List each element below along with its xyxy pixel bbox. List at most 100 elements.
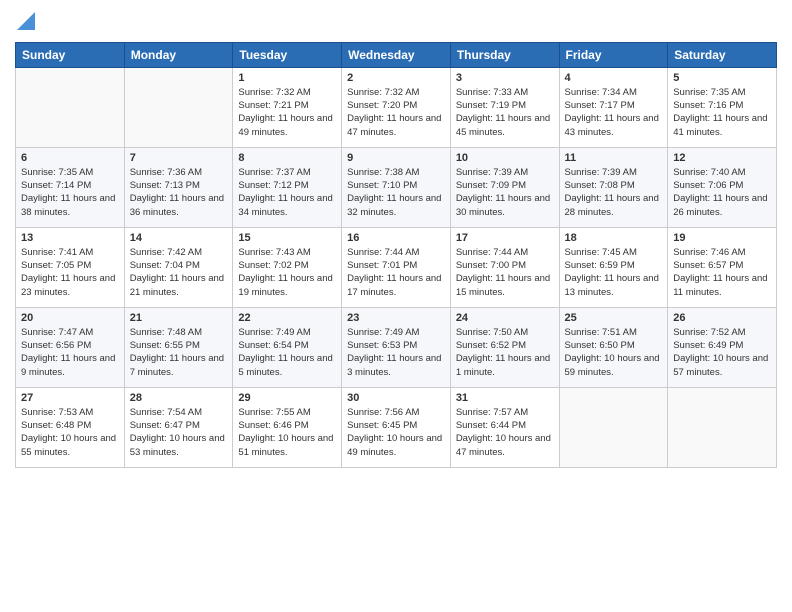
day-number: 18 <box>565 232 663 244</box>
day-info: Sunrise: 7:32 AMSunset: 7:21 PMDaylight:… <box>238 86 336 139</box>
sunrise: Sunrise: 7:35 AM <box>673 87 745 98</box>
sunset: Sunset: 7:08 PM <box>565 180 635 191</box>
sunset: Sunset: 6:55 PM <box>130 340 200 351</box>
day-info: Sunrise: 7:39 AMSunset: 7:09 PMDaylight:… <box>456 166 554 219</box>
day-cell: 4Sunrise: 7:34 AMSunset: 7:17 PMDaylight… <box>559 67 668 147</box>
logo-icon <box>17 10 35 30</box>
day-cell <box>16 67 125 147</box>
daylight: Daylight: 11 hours and 45 minutes. <box>456 113 550 137</box>
day-cell: 24Sunrise: 7:50 AMSunset: 6:52 PMDayligh… <box>450 307 559 387</box>
sunset: Sunset: 7:10 PM <box>347 180 417 191</box>
sunset: Sunset: 6:48 PM <box>21 420 91 431</box>
day-cell: 1Sunrise: 7:32 AMSunset: 7:21 PMDaylight… <box>233 67 342 147</box>
sunrise: Sunrise: 7:50 AM <box>456 327 528 338</box>
day-number: 11 <box>565 152 663 164</box>
sunrise: Sunrise: 7:52 AM <box>673 327 745 338</box>
daylight: Daylight: 10 hours and 57 minutes. <box>673 353 768 377</box>
sunset: Sunset: 6:56 PM <box>21 340 91 351</box>
day-number: 5 <box>673 72 771 84</box>
day-info: Sunrise: 7:44 AMSunset: 7:00 PMDaylight:… <box>456 246 554 299</box>
sunrise: Sunrise: 7:49 AM <box>347 327 419 338</box>
day-cell: 30Sunrise: 7:56 AMSunset: 6:45 PMDayligh… <box>342 387 451 467</box>
daylight: Daylight: 11 hours and 36 minutes. <box>130 193 224 217</box>
sunrise: Sunrise: 7:56 AM <box>347 407 419 418</box>
day-info: Sunrise: 7:46 AMSunset: 6:57 PMDaylight:… <box>673 246 771 299</box>
day-cell: 16Sunrise: 7:44 AMSunset: 7:01 PMDayligh… <box>342 227 451 307</box>
sunrise: Sunrise: 7:49 AM <box>238 327 310 338</box>
day-cell: 27Sunrise: 7:53 AMSunset: 6:48 PMDayligh… <box>16 387 125 467</box>
day-number: 10 <box>456 152 554 164</box>
day-info: Sunrise: 7:55 AM Sunset: 6:46 PM Daylight:… <box>238 406 336 459</box>
day-info: Sunrise: 7:35 AMSunset: 7:14 PMDaylight:… <box>21 166 119 219</box>
day-number: 21 <box>130 312 228 324</box>
sunset: Sunset: 7:16 PM <box>673 100 743 111</box>
sunset: Sunset: 6:46 PM <box>238 420 308 431</box>
sunrise: Sunrise: 7:40 AM <box>673 167 745 178</box>
day-info: Sunrise: 7:47 AMSunset: 6:56 PMDaylight:… <box>21 326 119 379</box>
sunrise: Sunrise: 7:45 AM <box>565 247 637 258</box>
sunset: Sunset: 6:59 PM <box>565 260 635 271</box>
day-cell: 3 Sunrise: 7:33 AMSunset: 7:19 PMDaylight… <box>450 67 559 147</box>
day-cell: 22Sunrise: 7:49 AMSunset: 6:54 PMDayligh… <box>233 307 342 387</box>
day-number: 23 <box>347 312 445 324</box>
weekday-tuesday: Tuesday <box>233 42 342 67</box>
sunrise: Sunrise: 7:42 AM <box>130 247 202 258</box>
daylight: Daylight: 11 hours and 34 minutes. <box>238 193 332 217</box>
day-info: Sunrise: 7:39 AM Sunset: 7:08 PM Daylight:… <box>565 166 663 219</box>
day-info: Sunrise: 7:52 AMSunset: 6:49 PMDaylight:… <box>673 326 771 379</box>
sunrise: Sunrise: 7:37 AM <box>238 167 310 178</box>
daylight: Daylight: 11 hours and 30 minutes. <box>456 193 550 217</box>
day-info: Sunrise: 7:57 AMSunset: 6:44 PMDaylight:… <box>456 406 554 459</box>
sunrise: Sunrise: 7:43 AM <box>238 247 310 258</box>
daylight: Daylight: 11 hours and 28 minutes. <box>565 193 659 217</box>
sunrise: Sunrise: 7:44 AM <box>456 247 528 258</box>
day-cell: 23Sunrise: 7:49 AMSunset: 6:53 PMDayligh… <box>342 307 451 387</box>
day-cell: 5Sunrise: 7:35 AMSunset: 7:16 PMDaylight… <box>668 67 777 147</box>
day-cell: 18 Sunrise: 7:45 AM Sunset: 6:59 PM Dayligh… <box>559 227 668 307</box>
day-cell: 31Sunrise: 7:57 AMSunset: 6:44 PMDayligh… <box>450 387 559 467</box>
sunset: Sunset: 7:00 PM <box>456 260 526 271</box>
day-info: Sunrise: 7:33 AMSunset: 7:19 PMDaylight:… <box>456 86 554 139</box>
day-number: 2 <box>347 72 445 84</box>
logo <box>15 14 35 34</box>
day-cell: 13Sunrise: 7:41 AMSunset: 7:05 PMDayligh… <box>16 227 125 307</box>
day-number: 28 <box>130 392 228 404</box>
daylight: Daylight: 11 hours and 1 minute. <box>456 353 550 377</box>
sunset: Sunset: 7:02 PM <box>238 260 308 271</box>
day-number: 3 <box>456 72 554 84</box>
day-info: Sunrise: 7:49 AMSunset: 6:54 PMDaylight:… <box>238 326 336 379</box>
day-number: 25 <box>565 312 663 324</box>
day-cell: 10 Sunrise: 7:39 AMSunset: 7:09 PMDayligh… <box>450 147 559 227</box>
sunset: Sunset: 7:12 PM <box>238 180 308 191</box>
header <box>15 10 777 34</box>
sunrise: Sunrise: 7:39 AM <box>565 167 637 178</box>
sunset: Sunset: 6:45 PM <box>347 420 417 431</box>
sunrise: Sunrise: 7:41 AM <box>21 247 93 258</box>
day-info: Sunrise: 7:45 AM Sunset: 6:59 PM Daylight:… <box>565 246 663 299</box>
week-row-1: 1Sunrise: 7:32 AMSunset: 7:21 PMDaylight… <box>16 67 777 147</box>
day-info: Sunrise: 7:36 AMSunset: 7:13 PMDaylight:… <box>130 166 228 219</box>
day-info: Sunrise: 7:44 AMSunset: 7:01 PMDaylight:… <box>347 246 445 299</box>
daylight: Daylight: 11 hours and 38 minutes. <box>21 193 115 217</box>
weekday-friday: Friday <box>559 42 668 67</box>
day-number: 29 <box>238 392 336 404</box>
sunrise: Sunrise: 7:38 AM <box>347 167 419 178</box>
day-info: Sunrise: 7:35 AMSunset: 7:16 PMDaylight:… <box>673 86 771 139</box>
day-number: 14 <box>130 232 228 244</box>
daylight: Daylight: 11 hours and 13 minutes. <box>565 273 659 297</box>
sunset: Sunset: 6:52 PM <box>456 340 526 351</box>
day-info: Sunrise: 7:41 AMSunset: 7:05 PMDaylight:… <box>21 246 119 299</box>
daylight: Daylight: 11 hours and 32 minutes. <box>347 193 441 217</box>
sunrise: Sunrise: 7:54 AM <box>130 407 202 418</box>
sunrise: Sunrise: 7:55 AM <box>238 407 310 418</box>
sunrise: Sunrise: 7:48 AM <box>130 327 202 338</box>
sunset: Sunset: 6:44 PM <box>456 420 526 431</box>
logo-text <box>15 14 35 34</box>
day-cell: 11 Sunrise: 7:39 AM Sunset: 7:08 PM Dayligh… <box>559 147 668 227</box>
daylight: Daylight: 10 hours and 51 minutes. <box>238 433 333 457</box>
day-cell: 15Sunrise: 7:43 AMSunset: 7:02 PMDayligh… <box>233 227 342 307</box>
sunset: Sunset: 7:19 PM <box>456 100 526 111</box>
daylight: Daylight: 10 hours and 55 minutes. <box>21 433 116 457</box>
day-info: Sunrise: 7:38 AM Sunset: 7:10 PM Daylight:… <box>347 166 445 219</box>
daylight: Daylight: 11 hours and 26 minutes. <box>673 193 767 217</box>
